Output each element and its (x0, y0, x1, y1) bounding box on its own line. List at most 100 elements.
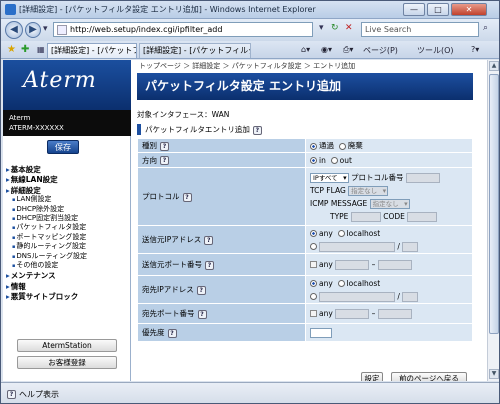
help-display-label: ヘルプ表示 (19, 390, 59, 399)
nav-item[interactable]: LAN側設定 (6, 195, 130, 204)
src-port-any-label: any (319, 259, 333, 269)
search-input[interactable]: Live Search (361, 22, 479, 37)
dst-port-end-input[interactable] (377, 308, 412, 319)
print-icon[interactable]: ⎙▾ (343, 45, 353, 55)
row-protocol: プロトコル? IPすべて プロトコル番号 TCP FLAG 指定なし ICMP … (137, 167, 473, 226)
section-title-text: パケットフィルタエントリ追加 (145, 125, 250, 134)
page-menu[interactable]: ページ(P) (363, 45, 398, 56)
help-icon[interactable]: ? (160, 156, 169, 165)
row-src-ip: 送信元IPアドレス? any localhost / (137, 225, 473, 254)
nav-section[interactable]: メンテナンス (6, 272, 130, 281)
nav-section[interactable]: 無線LAN設定 (6, 175, 130, 184)
nav-section[interactable]: 基本設定 (6, 165, 130, 174)
scroll-up-icon[interactable]: ▲ (489, 61, 499, 71)
nav-item[interactable]: ポートマッピング設定 (6, 233, 130, 242)
src-port-end-input[interactable] (377, 259, 412, 270)
dst-ip-localhost-radio[interactable] (337, 280, 345, 287)
src-ip-mask-input[interactable] (402, 241, 419, 252)
dst-ip-input[interactable] (319, 291, 395, 302)
favorites-star-icon[interactable]: ★ (7, 44, 16, 55)
src-ip-custom-radio[interactable] (310, 243, 317, 250)
type-input[interactable] (350, 211, 381, 222)
kind-label: 種別 (142, 141, 157, 150)
quick-tabs-icon[interactable]: ▦ (37, 45, 45, 54)
nav-item[interactable]: DHCP除外設定 (6, 205, 130, 214)
dst-port-any-checkbox[interactable] (310, 310, 317, 317)
help-icon[interactable]: ? (167, 328, 177, 338)
row-dst-port: 宛先ポート番号? any – (137, 303, 473, 324)
row-direction: 方向? in out (137, 152, 473, 168)
tcp-flag-label: TCP FLAG (310, 185, 346, 195)
priority-input[interactable] (310, 327, 332, 338)
forward-icon[interactable]: ▶ (25, 22, 41, 38)
target-interface: 対象インタフェース：WAN (137, 110, 230, 119)
direction-out-label: out (339, 155, 352, 165)
src-ip-localhost-radio[interactable] (337, 230, 345, 237)
nav-item[interactable]: 静的ルーティング設定 (6, 242, 130, 251)
dst-ip-mask-input[interactable] (402, 291, 419, 302)
back-page-button[interactable]: 前のページへ戻る (391, 372, 467, 381)
history-dropdown-icon[interactable]: ▾ (43, 24, 48, 34)
scroll-down-icon[interactable]: ▼ (489, 369, 499, 379)
help-icon[interactable]: ? (204, 235, 214, 245)
nav-section[interactable]: 詳細設定 (6, 186, 130, 195)
protocol-select[interactable]: IPすべて (310, 172, 349, 183)
tab-inactive[interactable]: [詳細設定] - [パケットフィルタ設定 エントリ... (139, 43, 251, 58)
help-icon[interactable]: ? (252, 125, 262, 135)
dst-ip-custom-radio[interactable] (310, 293, 317, 300)
maximize-button[interactable]: □ (427, 3, 449, 16)
refresh-icon[interactable]: ↻ (331, 23, 339, 33)
direction-in-radio[interactable] (310, 157, 317, 164)
url-field[interactable]: http://web.setup/index.cgi/ipfilter_add (53, 22, 313, 37)
row-dst-ip: 宛先IPアドレス? any localhost / (137, 275, 473, 304)
sidebar: Aterm Aterm ATERM-XXXXXX 保存 基本設定無線LAN設定詳… (3, 60, 131, 381)
src-ip-slash: / (397, 241, 400, 251)
src-ip-any-radio[interactable] (310, 230, 317, 237)
home-icon[interactable]: ⌂▾ (301, 45, 310, 54)
direction-out-radio[interactable] (330, 157, 338, 164)
dst-port-start-input[interactable] (335, 308, 370, 319)
help-icon[interactable]: ? (205, 260, 214, 270)
add-favorites-icon[interactable]: ✚ (21, 44, 29, 55)
tab-active[interactable]: [詳細設定] - [パケットフィルタ設定 エントリ... (47, 43, 137, 58)
help-icon[interactable]: ? (182, 192, 192, 202)
url-dropdown-icon[interactable]: ▾ (319, 23, 324, 33)
kind-drop-radio[interactable] (338, 142, 346, 150)
src-port-start-input[interactable] (335, 259, 370, 270)
nav-section[interactable]: 悪質サイトブロック (6, 292, 130, 301)
icmp-message-select[interactable]: 指定なし (369, 198, 410, 209)
search-icon[interactable]: ⌕ (483, 23, 488, 33)
set-button[interactable]: 設定 (361, 372, 383, 381)
code-input[interactable] (407, 211, 438, 222)
dst-ip-any-radio[interactable] (310, 280, 317, 287)
register-button[interactable]: お客様登録 (17, 356, 117, 369)
nav-item[interactable]: パケットフィルタ設定 (6, 223, 130, 232)
kind-pass-radio[interactable] (310, 142, 317, 150)
breadcrumb[interactable]: トップページ ＞ 詳細設定 ＞ パケットフィルタ設定 ＞ エントリ追加 (139, 61, 355, 71)
nav-section[interactable]: 情報 (6, 282, 130, 291)
page-content: Aterm Aterm ATERM-XXXXXX 保存 基本設定無線LAN設定詳… (3, 60, 487, 381)
src-ip-label: 送信元IPアドレス (142, 235, 202, 244)
tcp-flag-select[interactable]: 指定なし (348, 185, 389, 196)
nav-item[interactable]: その他の設定 (6, 261, 130, 270)
help-display-link[interactable]: ? ヘルプ表示 (7, 389, 59, 400)
help-icon[interactable]: ? (160, 141, 169, 151)
nav-item[interactable]: DNSルーティング設定 (6, 252, 130, 261)
stop-icon[interactable]: ✕ (345, 23, 353, 33)
scroll-thumb[interactable] (489, 74, 499, 334)
help-menu-icon[interactable]: ?▾ (471, 45, 479, 54)
aterm-station-button[interactable]: AtermStation (17, 339, 117, 352)
close-button[interactable]: ✕ (451, 3, 487, 16)
save-button[interactable]: 保存 (47, 140, 79, 154)
back-icon[interactable]: ◀ (5, 21, 23, 39)
src-port-any-checkbox[interactable] (310, 261, 317, 268)
tools-menu[interactable]: ツール(O) (417, 45, 454, 56)
feeds-icon[interactable]: ◉▾ (321, 45, 332, 54)
src-ip-input[interactable] (319, 241, 395, 252)
dst-port-any-label: any (319, 308, 333, 318)
help-icon[interactable]: ? (197, 309, 207, 319)
minimize-button[interactable]: — (403, 3, 425, 16)
help-icon[interactable]: ? (196, 285, 206, 295)
protocol-number-input[interactable] (405, 172, 440, 183)
vertical-scrollbar[interactable]: ▲ ▼ (487, 60, 499, 381)
